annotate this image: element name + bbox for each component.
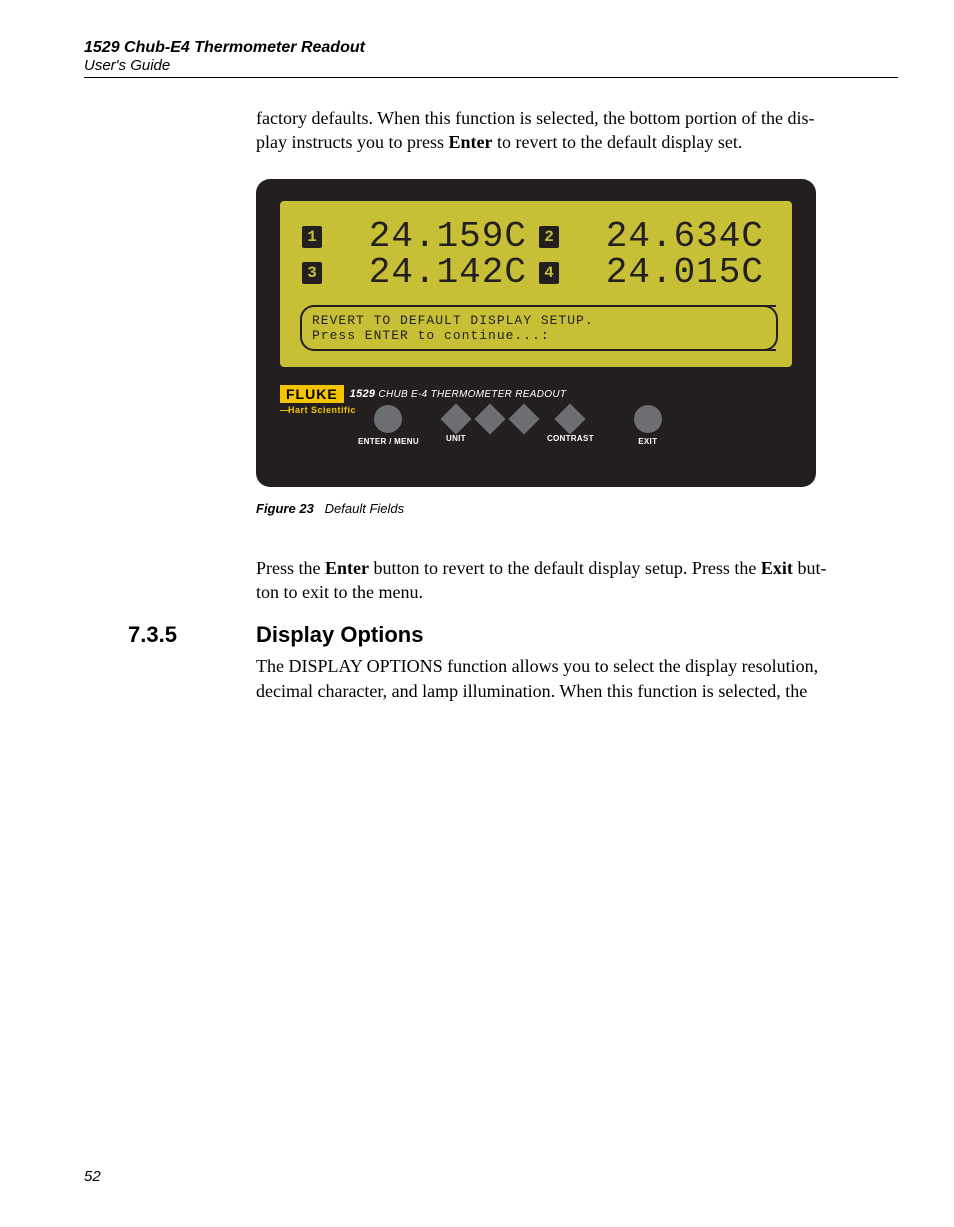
channel-badge-3: 3	[302, 262, 322, 284]
enter-menu-button[interactable]: ENTER / MENU	[358, 405, 419, 446]
diamond-icon	[474, 403, 505, 434]
model-rest: CHUB E-4 THERMOMETER READOUT	[375, 389, 566, 400]
channel-badge-4: 4	[539, 262, 559, 284]
text: The DISPLAY OPTIONS function allows you …	[256, 656, 818, 676]
reading-3: 24.142C	[336, 255, 533, 291]
exit-button[interactable]: EXIT	[634, 405, 662, 446]
paragraph-intro: factory defaults. When this function is …	[256, 106, 888, 155]
diamond-icon	[440, 403, 471, 434]
reading-4: 24.015C	[573, 255, 770, 291]
figure-caption: Figure 23 Default Fields	[256, 501, 898, 516]
readings-grid: 1 24.159C 2 24.634C 3 24.142C 4 24.015C	[296, 219, 776, 297]
diamond-icon	[508, 403, 539, 434]
section-heading: 7.3.5 Display Options	[84, 622, 898, 648]
page-number: 52	[84, 1168, 101, 1185]
paragraph-post-figure: Press the Enter button to revert to the …	[256, 556, 888, 605]
figure-title: Default Fields	[325, 501, 404, 516]
text: ton to exit to the menu.	[256, 582, 423, 602]
brand-row: FLUKE 1529 CHUB E-4 THERMOMETER READOUT	[280, 385, 792, 403]
text: factory defaults. When this function is …	[256, 108, 815, 128]
reading-1: 24.159C	[336, 219, 533, 255]
text: Press the	[256, 558, 325, 578]
unit-button[interactable]: UNIT	[445, 408, 467, 443]
circle-icon	[374, 405, 402, 433]
text-bold-enter: Enter	[325, 558, 369, 578]
text: button to revert to the default display …	[369, 558, 761, 578]
section-title: Display Options	[256, 622, 423, 648]
text-bold-enter: Enter	[448, 132, 492, 152]
fluke-logo: FLUKE	[280, 385, 344, 403]
button-row: ENTER / MENU UNIT	[358, 405, 662, 446]
lcd-message-line1: REVERT TO DEFAULT DISPLAY SETUP.	[312, 313, 766, 328]
lcd-message-line2: Press ENTER to continue...:	[312, 328, 766, 343]
paragraph-section-body: The DISPLAY OPTIONS function allows you …	[256, 654, 888, 703]
arrow-left-button[interactable]	[479, 408, 501, 443]
reading-2: 24.634C	[573, 219, 770, 255]
button-label: CONTRAST	[547, 434, 594, 443]
page-header: 1529 Chub-E4 Thermometer Readout User's …	[84, 38, 898, 78]
lcd-screen: 1 24.159C 2 24.634C 3 24.142C 4 24.015C …	[280, 201, 792, 367]
channel-badge-1: 1	[302, 226, 322, 248]
text: decimal character, and lamp illumination…	[256, 681, 807, 701]
section-number: 7.3.5	[84, 622, 256, 648]
arrow-right-button[interactable]	[513, 408, 535, 443]
diamond-icon	[555, 403, 586, 434]
contrast-button[interactable]: CONTRAST	[547, 408, 594, 443]
text-bold-exit: Exit	[761, 558, 793, 578]
model-label: 1529 CHUB E-4 THERMOMETER READOUT	[350, 388, 567, 400]
arrow-cluster	[479, 408, 535, 443]
header-title: 1529 Chub-E4 Thermometer Readout	[84, 38, 898, 57]
text: but-	[793, 558, 827, 578]
button-label: EXIT	[638, 437, 657, 446]
model-number: 1529	[350, 388, 376, 400]
channel-badge-2: 2	[539, 226, 559, 248]
device-panel: FLUKE 1529 CHUB E-4 THERMOMETER READOUT …	[280, 385, 792, 473]
device-bezel: 1 24.159C 2 24.634C 3 24.142C 4 24.015C …	[256, 179, 816, 487]
text: play instructs you to press	[256, 132, 448, 152]
button-label: ENTER / MENU	[358, 437, 419, 446]
header-subtitle: User's Guide	[84, 57, 898, 75]
lcd-message-box: REVERT TO DEFAULT DISPLAY SETUP. Press E…	[300, 305, 776, 351]
circle-icon	[634, 405, 662, 433]
figure-device: 1 24.159C 2 24.634C 3 24.142C 4 24.015C …	[256, 179, 888, 487]
button-label: UNIT	[446, 434, 466, 443]
figure-label: Figure 23	[256, 501, 314, 516]
hart-text: Hart Scientific	[288, 405, 356, 415]
text: to revert to the default display set.	[492, 132, 742, 152]
